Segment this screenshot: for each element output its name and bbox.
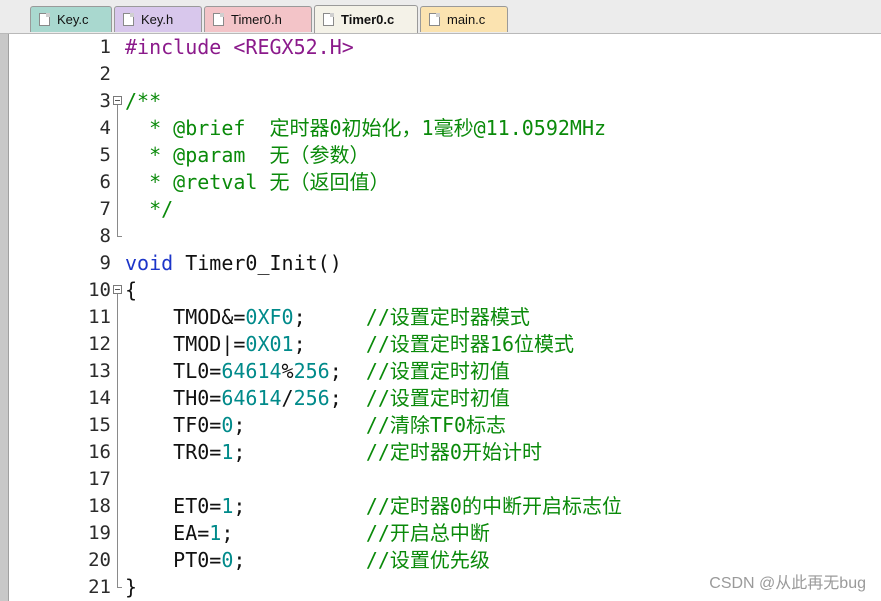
tab-label: Key.c <box>57 12 89 27</box>
line-number: 18 <box>88 495 111 517</box>
fold-line <box>113 385 125 412</box>
fold-line <box>113 412 125 439</box>
line-number: 9 <box>99 252 111 274</box>
code-text: TH0=64614/256; //设置定时初值 <box>125 386 510 410</box>
fold-end <box>113 223 125 250</box>
line-number: 19 <box>88 522 111 544</box>
code-text: TMOD|=0X01; //设置定时器16位模式 <box>125 332 575 356</box>
line-number: 10 <box>88 279 111 301</box>
code-line: 14 TH0=64614/256; //设置定时初值 <box>9 385 881 412</box>
line-number: 3 <box>99 90 111 112</box>
code-text: * @retval 无（返回值） <box>125 170 390 194</box>
code-line: 8 <box>9 223 881 250</box>
code-line: 5 * @param 无（参数） <box>9 142 881 169</box>
line-number: 8 <box>99 225 111 247</box>
code-line: 1 #include <REGX52.H> <box>9 34 881 61</box>
file-icon <box>213 13 224 26</box>
line-number: 1 <box>99 36 111 58</box>
code-line: 11 TMOD&=0XF0; //设置定时器模式 <box>9 304 881 331</box>
fold-line <box>113 169 125 196</box>
code-text: TF0=0; //清除TF0标志 <box>125 413 507 437</box>
code-text: TMOD&=0XF0; //设置定时器模式 <box>125 305 530 329</box>
code-text: TR0=1; //定时器0开始计时 <box>125 440 542 464</box>
fold-line <box>113 466 125 493</box>
fold-line <box>113 547 125 574</box>
line-number: 6 <box>99 171 111 193</box>
code-editor[interactable]: 1 #include <REGX52.H> 2 3 /** 4 * @brief… <box>9 34 881 601</box>
fold-collapse-icon[interactable] <box>113 88 125 115</box>
code-text: } <box>125 575 138 599</box>
line-number: 16 <box>88 441 111 463</box>
code-line: 2 <box>9 61 881 88</box>
tab-main-c[interactable]: main.c <box>420 6 508 32</box>
line-number: 13 <box>88 360 111 382</box>
line-number: 11 <box>88 306 111 328</box>
fold-line <box>113 196 125 223</box>
code-line: 19 EA=1; //开启总中断 <box>9 520 881 547</box>
code-line: 12 TMOD|=0X01; //设置定时器16位模式 <box>9 331 881 358</box>
line-number: 7 <box>99 198 111 220</box>
tab-timer0-c[interactable]: Timer0.c <box>314 5 418 33</box>
fold-line <box>113 493 125 520</box>
line-number: 4 <box>99 117 111 139</box>
fold-line <box>113 358 125 385</box>
tab-label: Timer0.h <box>231 12 282 27</box>
code-text: */ <box>125 197 174 221</box>
line-number: 20 <box>88 549 111 571</box>
fold-line <box>113 439 125 466</box>
fold-line <box>113 331 125 358</box>
fold-line <box>113 142 125 169</box>
code-text: ET0=1; //定时器0的中断开启标志位 <box>125 494 622 518</box>
code-text: TL0=64614%256; //设置定时初值 <box>125 359 510 383</box>
code-line: 15 TF0=0; //清除TF0标志 <box>9 412 881 439</box>
code-text: void Timer0_Init() <box>125 251 342 275</box>
line-number: 2 <box>99 63 111 85</box>
code-text: * @param 无（参数） <box>125 143 370 167</box>
code-line: 3 /** <box>9 88 881 115</box>
line-number: 14 <box>88 387 111 409</box>
code-text: /** <box>125 89 162 113</box>
code-line: 6 * @retval 无（返回值） <box>9 169 881 196</box>
tab-key-h[interactable]: Key.h <box>114 6 202 32</box>
file-icon <box>39 13 50 26</box>
code-text: EA=1; //开启总中断 <box>125 521 490 545</box>
code-line: 17 <box>9 466 881 493</box>
code-line: 13 TL0=64614%256; //设置定时初值 <box>9 358 881 385</box>
fold-collapse-icon[interactable] <box>113 277 125 304</box>
tab-label: main.c <box>447 12 486 27</box>
code-text: { <box>125 278 138 302</box>
code-text: PT0=0; //设置优先级 <box>125 548 490 572</box>
file-tab-bar: Key.c Key.h Timer0.h Timer0.c main.c <box>0 0 881 34</box>
code-line: 4 * @brief 定时器0初始化，1毫秒@11.0592MHz <box>9 115 881 142</box>
code-line: 16 TR0=1; //定时器0开始计时 <box>9 439 881 466</box>
file-icon <box>123 13 134 26</box>
line-number: 21 <box>88 576 111 598</box>
code-text: * @brief 定时器0初始化，1毫秒@11.0592MHz <box>125 116 607 140</box>
code-line: 10 { <box>9 277 881 304</box>
file-icon <box>323 13 334 26</box>
line-number: 17 <box>88 468 111 490</box>
line-number: 12 <box>88 333 111 355</box>
tab-key-c[interactable]: Key.c <box>30 6 112 32</box>
code-line: 18 ET0=1; //定时器0的中断开启标志位 <box>9 493 881 520</box>
editor-margin <box>0 34 9 601</box>
code-text: #include <REGX52.H> <box>125 35 354 59</box>
tab-label: Timer0.c <box>341 12 395 27</box>
watermark: CSDN @从此再无bug <box>709 575 866 592</box>
fold-line <box>113 304 125 331</box>
code-line: 7 */ <box>9 196 881 223</box>
file-icon <box>429 13 440 26</box>
line-number: 5 <box>99 144 111 166</box>
code-line: 9 void Timer0_Init() <box>9 250 881 277</box>
fold-line <box>113 520 125 547</box>
tab-timer0-h[interactable]: Timer0.h <box>204 6 312 32</box>
line-number: 15 <box>88 414 111 436</box>
fold-end <box>113 574 125 601</box>
fold-line <box>113 115 125 142</box>
tab-label: Key.h <box>141 12 174 27</box>
